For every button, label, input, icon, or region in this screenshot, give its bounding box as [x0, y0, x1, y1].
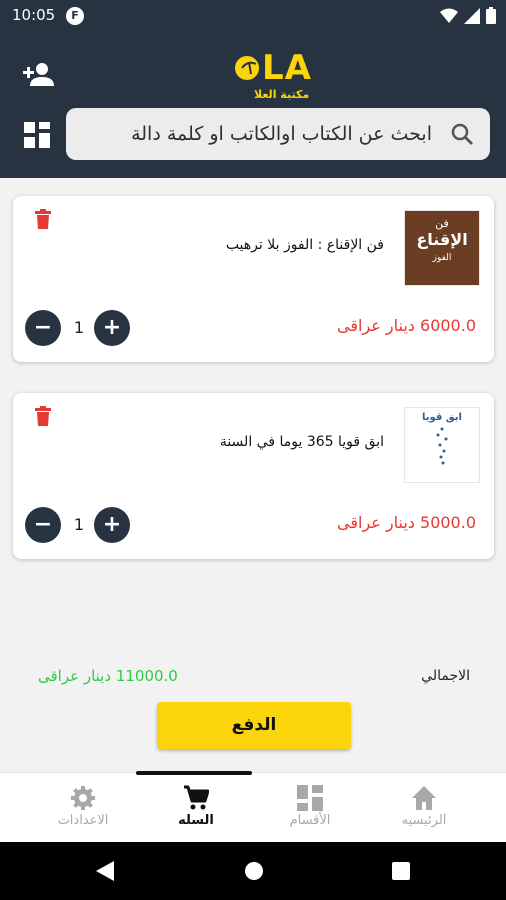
- trash-icon[interactable]: [35, 406, 51, 426]
- book-title: ابق قويا 365 يوما في السنة: [219, 434, 384, 450]
- item-price: 6000.0 دينار عراقى: [337, 316, 476, 335]
- book-cover[interactable]: فن الإقناع الفوز: [404, 210, 480, 286]
- cart-item: ابق قويا ابق قويا 365 يوما في السنة 5000…: [13, 393, 494, 559]
- decrease-quantity-button[interactable]: −: [25, 310, 61, 346]
- nav-home[interactable]: الرئيسيه: [374, 785, 474, 828]
- search-icon[interactable]: [450, 122, 474, 146]
- bottom-nav: الاعدادات السله الأقسام الرئيسيه: [0, 771, 506, 842]
- active-tab-indicator: [136, 771, 252, 775]
- total-value: 11000.0 دينار عراقى: [38, 667, 178, 685]
- book-cover[interactable]: ابق قويا: [404, 407, 480, 483]
- cover-title: فن: [435, 217, 449, 230]
- grid-view-icon[interactable]: [24, 122, 50, 148]
- cover-title: الإقناع: [416, 230, 468, 249]
- increase-quantity-button[interactable]: +: [94, 507, 130, 543]
- home-icon: [412, 786, 436, 810]
- search-input[interactable]: [92, 108, 432, 160]
- cart-icon: [184, 785, 209, 810]
- logo-letters: LA: [262, 48, 312, 88]
- quantity-value: 1: [73, 515, 85, 534]
- nav-settings[interactable]: الاعدادات: [33, 785, 133, 828]
- cart-item: فن الإقناع الفوز فن الإقناع : الفوز بلا …: [13, 196, 494, 362]
- nav-label: الرئيسيه: [401, 813, 447, 828]
- cover-subtitle: الفوز: [432, 253, 452, 263]
- cover-title: ابق قويا: [421, 412, 462, 423]
- home-circle-icon[interactable]: [244, 861, 264, 881]
- status-icons: [440, 7, 496, 24]
- signal-icon: [464, 7, 480, 24]
- trash-icon[interactable]: [35, 209, 51, 229]
- status-bar: 10:05 F: [0, 0, 506, 32]
- book-title: فن الإقناع : الفوز بلا ترهيب: [225, 237, 384, 253]
- status-time: 10:05: [12, 6, 56, 24]
- nav-label: السله: [178, 813, 214, 828]
- cover-dots-decoration: [436, 427, 448, 465]
- nav-label: الأقسام: [289, 813, 331, 828]
- back-icon[interactable]: [96, 861, 114, 881]
- nav-cart[interactable]: السله: [146, 785, 246, 828]
- recents-icon[interactable]: [392, 862, 410, 880]
- pay-button[interactable]: الدفع: [157, 702, 351, 749]
- add-user-icon[interactable]: [22, 60, 54, 88]
- wifi-icon: [440, 8, 458, 23]
- system-nav-bar: [0, 842, 506, 900]
- increase-quantity-button[interactable]: +: [94, 310, 130, 346]
- app-notification-icon: F: [66, 7, 84, 25]
- categories-icon: [297, 785, 323, 811]
- decrease-quantity-button[interactable]: −: [25, 507, 61, 543]
- search-bar[interactable]: [66, 108, 490, 160]
- library-logo: LA مكتبة العلا: [232, 48, 324, 104]
- nav-label: الاعدادات: [57, 813, 109, 828]
- gear-icon: [71, 786, 95, 810]
- app-header: LA مكتبة العلا: [0, 32, 506, 178]
- logo-caption: مكتبة العلا: [254, 88, 310, 101]
- nav-categories[interactable]: الأقسام: [260, 785, 360, 828]
- quantity-value: 1: [73, 318, 85, 337]
- battery-icon: [486, 7, 496, 24]
- item-price: 5000.0 دينار عراقى: [337, 513, 476, 532]
- total-label: الاجمالي: [421, 668, 470, 684]
